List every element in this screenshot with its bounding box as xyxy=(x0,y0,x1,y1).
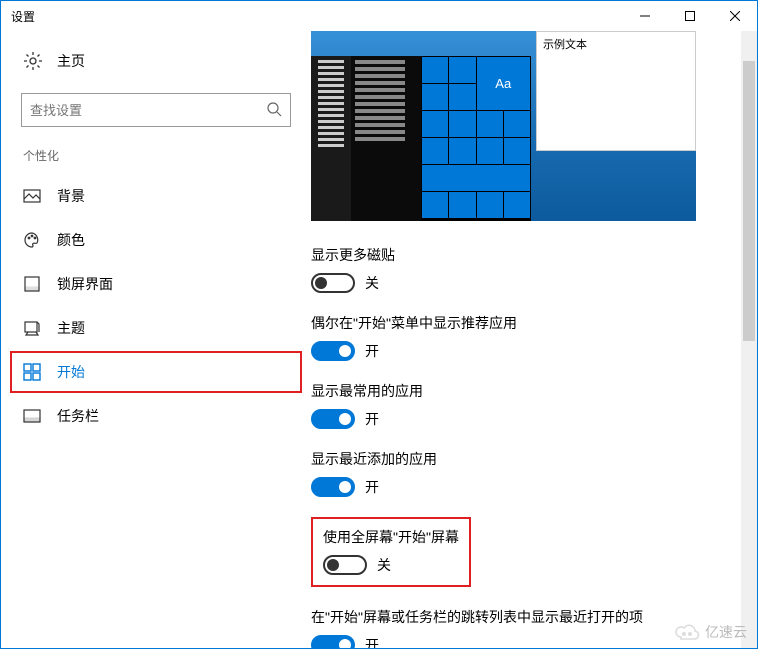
sidebar-item-taskbar[interactable]: 任务栏 xyxy=(11,396,301,436)
scrollbar-thumb[interactable] xyxy=(743,61,755,341)
cloud-icon xyxy=(673,623,701,641)
toggle-state-text: 开 xyxy=(365,341,379,361)
setting-fullscreen-start: 使用全屏幕"开始"屏幕 关 xyxy=(311,517,737,587)
minimize-icon xyxy=(640,11,650,21)
watermark-text: 亿速云 xyxy=(705,622,747,642)
gear-icon xyxy=(23,51,43,71)
scrollbar[interactable] xyxy=(741,31,757,648)
toggle-suggestions[interactable] xyxy=(311,341,355,361)
setting-suggestions: 偶尔在"开始"菜单中显示推荐应用 开 xyxy=(311,313,737,361)
sidebar-item-label: 任务栏 xyxy=(57,406,99,426)
search-input[interactable] xyxy=(30,103,266,118)
highlight-box: 使用全屏幕"开始"屏幕 关 xyxy=(311,517,471,587)
picture-icon xyxy=(23,187,41,205)
sidebar-item-label: 背景 xyxy=(57,186,85,206)
titlebar: 设置 xyxy=(1,1,757,31)
toggle-state-text: 开 xyxy=(365,477,379,497)
window-controls xyxy=(622,1,757,31)
sidebar-item-lockscreen[interactable]: 锁屏界面 xyxy=(11,264,301,304)
setting-label: 显示最近添加的应用 xyxy=(311,449,737,469)
toggle-state-text: 关 xyxy=(377,555,391,575)
sidebar-item-background[interactable]: 背景 xyxy=(11,176,301,216)
setting-more-tiles: 显示更多磁贴 关 xyxy=(311,245,737,293)
toggle-jumplist-recent[interactable] xyxy=(311,635,355,648)
sidebar-item-label: 开始 xyxy=(57,362,85,382)
setting-most-used: 显示最常用的应用 开 xyxy=(311,381,737,429)
toggle-state-text: 关 xyxy=(365,273,379,293)
start-preview: 示例文本 Aa xyxy=(311,31,696,221)
palette-icon xyxy=(23,231,41,249)
sidebar-item-colors[interactable]: 颜色 xyxy=(11,220,301,260)
search-box[interactable] xyxy=(21,93,291,127)
home-link[interactable]: 主页 xyxy=(11,41,301,81)
setting-recently-added: 显示最近添加的应用 开 xyxy=(311,449,737,497)
window-title: 设置 xyxy=(11,8,35,25)
toggle-most-used[interactable] xyxy=(311,409,355,429)
toggle-state-text: 开 xyxy=(365,409,379,429)
theme-icon xyxy=(23,319,41,337)
toggle-more-tiles[interactable] xyxy=(311,273,355,293)
main-panel: 示例文本 Aa xyxy=(311,31,757,648)
setting-label: 显示最常用的应用 xyxy=(311,381,737,401)
minimize-button[interactable] xyxy=(622,1,667,31)
start-icon xyxy=(23,363,41,381)
setting-label: 使用全屏幕"开始"屏幕 xyxy=(323,527,459,547)
close-icon xyxy=(730,11,740,21)
sidebar-item-label: 颜色 xyxy=(57,230,85,250)
settings-window: 设置 主页 xyxy=(0,0,758,649)
sidebar-item-label: 锁屏界面 xyxy=(57,274,113,294)
sidebar: 主页 个性化 背景 颜色 锁屏界面 xyxy=(1,31,311,648)
maximize-button[interactable] xyxy=(667,1,712,31)
preview-taskbar xyxy=(311,56,351,221)
home-label: 主页 xyxy=(57,51,85,71)
maximize-icon xyxy=(685,11,695,21)
preview-popup-text: 示例文本 xyxy=(543,39,587,51)
setting-label: 偶尔在"开始"菜单中显示推荐应用 xyxy=(311,313,737,333)
category-label: 个性化 xyxy=(11,141,301,174)
preview-menulist xyxy=(351,56,421,221)
sidebar-item-themes[interactable]: 主题 xyxy=(11,308,301,348)
setting-label: 显示更多磁贴 xyxy=(311,245,737,265)
toggle-fullscreen-start[interactable] xyxy=(323,555,367,575)
preview-tile-aa: Aa xyxy=(477,57,531,110)
taskbar-icon xyxy=(23,407,41,425)
toggle-state-text: 开 xyxy=(365,635,379,648)
close-button[interactable] xyxy=(712,1,757,31)
lockscreen-icon xyxy=(23,275,41,293)
preview-popup: 示例文本 xyxy=(536,31,696,151)
toggle-recently-added[interactable] xyxy=(311,477,355,497)
sidebar-item-start[interactable]: 开始 xyxy=(11,352,301,392)
watermark: 亿速云 xyxy=(673,622,747,642)
preview-tiles: Aa xyxy=(421,56,531,221)
sidebar-item-label: 主题 xyxy=(57,318,85,338)
search-icon xyxy=(266,101,282,120)
